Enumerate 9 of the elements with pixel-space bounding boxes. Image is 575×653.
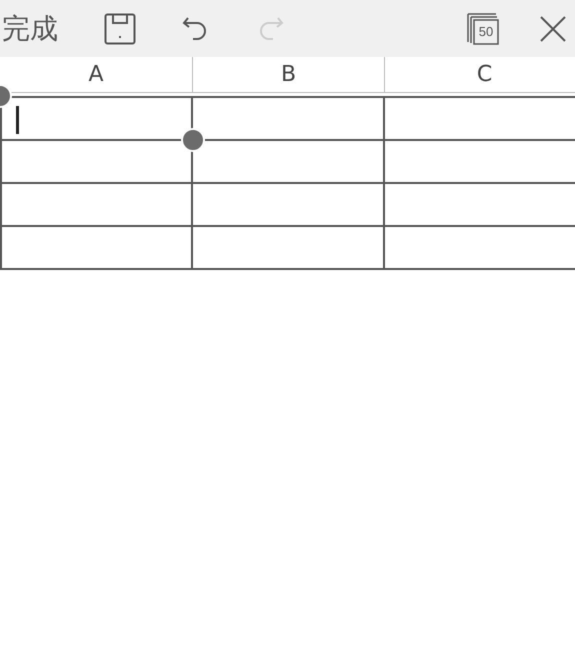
done-button[interactable]: 完成	[2, 10, 58, 48]
column-header[interactable]: B	[193, 57, 385, 92]
table-cell[interactable]	[193, 184, 385, 227]
table-cell[interactable]	[0, 227, 193, 270]
table-cell[interactable]	[0, 184, 193, 227]
close-icon[interactable]	[539, 14, 567, 42]
table-cell[interactable]	[193, 227, 385, 270]
save-icon[interactable]	[104, 12, 136, 44]
column-header[interactable]: C	[385, 57, 575, 92]
